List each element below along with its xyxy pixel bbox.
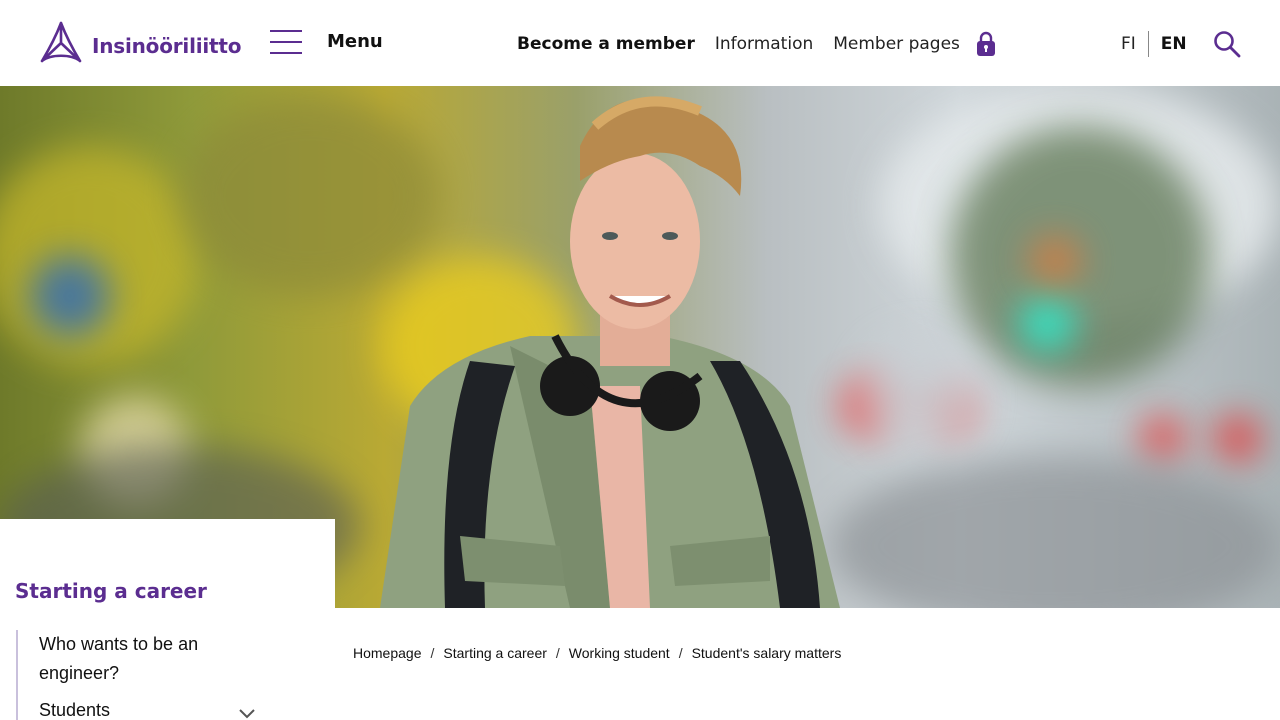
breadcrumb-separator: / — [678, 645, 683, 661]
search-icon[interactable] — [1213, 30, 1241, 58]
breadcrumb-current: Student's salary matters — [691, 645, 842, 661]
breadcrumb-homepage[interactable]: Homepage — [353, 645, 422, 661]
menu-label: Menu — [327, 30, 383, 52]
sidebar-title[interactable]: Starting a career — [15, 579, 207, 603]
bokeh-light — [1020, 296, 1075, 351]
lang-divider — [1147, 31, 1149, 57]
breadcrumb-separator: / — [555, 645, 560, 661]
bokeh-light — [1140, 416, 1185, 461]
top-navigation: Become a member Information Member pages — [517, 31, 996, 57]
logo-link[interactable]: Insinööriliitto — [36, 21, 242, 70]
bokeh-light — [30, 256, 110, 336]
lang-fi[interactable]: FI — [1121, 34, 1136, 54]
breadcrumb-working-student[interactable]: Working student — [569, 645, 670, 661]
site-header: Insinööriliitto Menu Become a member Inf… — [0, 0, 1280, 86]
person-figure — [380, 96, 840, 608]
bokeh-light — [1215, 416, 1260, 461]
bokeh-light — [0, 146, 200, 366]
sidebar-navigation: Starting a career Who wants to be an eng… — [0, 519, 335, 720]
sidebar-item-who-wants-to-be-an-engineer[interactable]: Who wants to be an engineer? — [39, 630, 239, 688]
nav-become-member[interactable]: Become a member — [517, 34, 695, 54]
bokeh-light — [1030, 236, 1080, 286]
lock-icon[interactable] — [976, 31, 996, 57]
menu-button[interactable]: Menu — [270, 28, 383, 54]
sidebar-divider — [16, 630, 18, 720]
breadcrumb-separator: / — [430, 645, 435, 661]
logo-text: Insinööriliitto — [92, 33, 242, 58]
nav-member-pages[interactable]: Member pages — [833, 34, 960, 54]
bokeh-light — [950, 126, 1210, 386]
chevron-down-icon[interactable] — [238, 706, 256, 719]
breadcrumb: Homepage / Starting a career / Working s… — [353, 645, 841, 661]
breadcrumb-starting-a-career[interactable]: Starting a career — [443, 645, 547, 661]
sidebar-item-students[interactable]: Students — [39, 696, 110, 720]
logo-icon — [36, 21, 86, 70]
lang-en[interactable]: EN — [1161, 34, 1187, 54]
hamburger-icon — [270, 28, 302, 54]
language-switcher: FI EN — [1121, 31, 1187, 57]
road — [830, 456, 1280, 608]
nav-information[interactable]: Information — [715, 34, 813, 54]
